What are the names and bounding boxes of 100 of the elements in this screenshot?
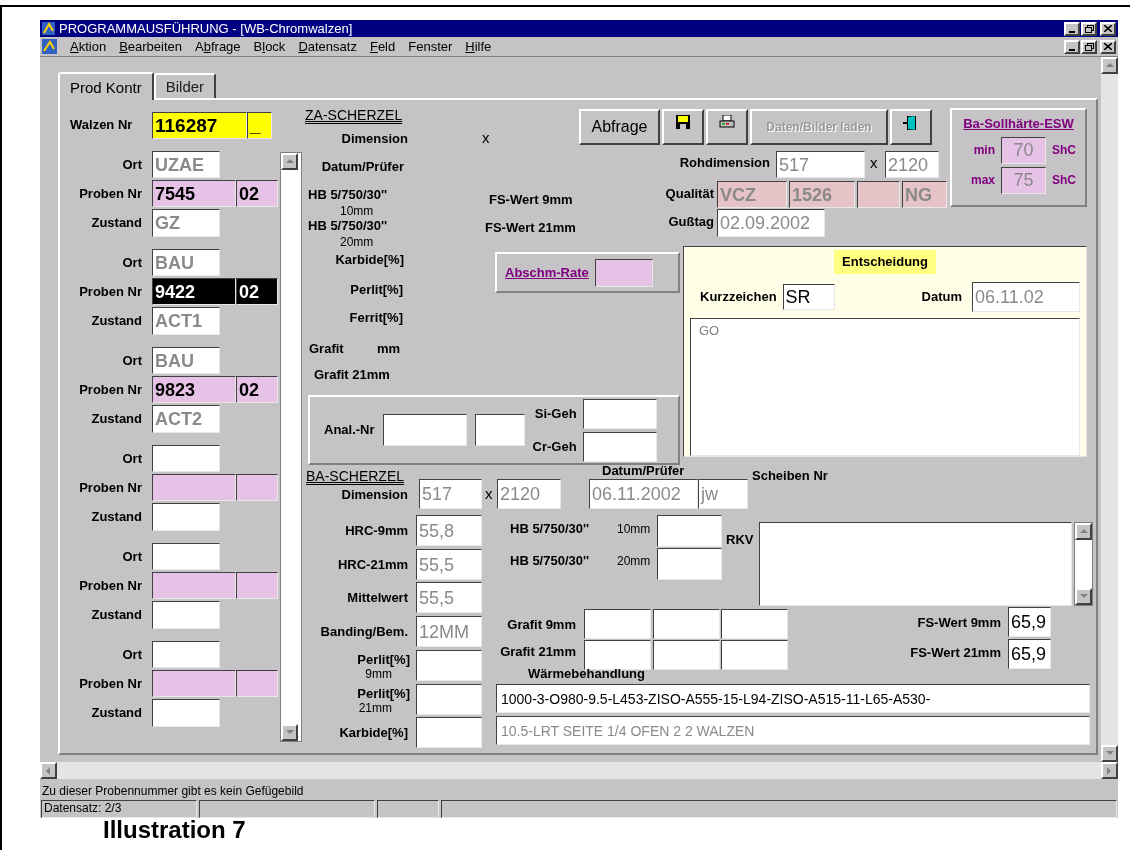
input-field[interactable]: 2120 <box>885 151 939 178</box>
input-field[interactable] <box>582 431 657 462</box>
input-field[interactable] <box>594 258 653 287</box>
input-field[interactable]: 12MM <box>416 616 482 647</box>
scrollbar[interactable] <box>280 152 302 742</box>
input-field[interactable]: 9823 <box>152 376 236 403</box>
menu-item[interactable]: Fenster <box>408 40 453 53</box>
scroll-down-button[interactable] <box>1101 745 1118 762</box>
scroll-down-button[interactable] <box>1075 588 1092 605</box>
maximize-button[interactable] <box>1081 39 1097 54</box>
scrollbar[interactable] <box>1074 522 1093 606</box>
menu-item[interactable]: Datensatz <box>298 40 357 53</box>
input-field[interactable] <box>152 601 220 629</box>
input-field[interactable]: 1526 <box>789 181 855 208</box>
input-field[interactable]: 02 <box>236 278 278 305</box>
input-field[interactable] <box>416 684 482 715</box>
input-field[interactable]: UZAE <box>152 151 220 178</box>
input-field[interactable]: _ <box>247 112 272 139</box>
input-field[interactable]: NG <box>902 181 947 208</box>
input-field[interactable]: 10.5-LRT SEITE 1/4 OFEN 2 2 WALZEN <box>496 716 1090 745</box>
tab[interactable]: Prod Kontr <box>58 72 154 100</box>
input-field[interactable] <box>236 474 278 501</box>
menu-item[interactable]: Aktion <box>70 40 107 53</box>
input-field[interactable]: 75 <box>1001 166 1046 194</box>
text-area[interactable]: GO <box>690 317 1080 456</box>
input-field[interactable]: 9422 <box>152 278 236 305</box>
input-field[interactable]: 55,8 <box>416 515 482 546</box>
input-field[interactable] <box>584 640 651 670</box>
input-field[interactable]: 06.11.02 <box>972 281 1080 312</box>
menu-item[interactable]: Feld <box>369 40 396 53</box>
scrollbar[interactable] <box>1101 57 1118 762</box>
toolbar-button[interactable]: Abfrage <box>579 109 660 145</box>
input-field[interactable]: 65,9 <box>1008 639 1051 669</box>
input-field[interactable]: ACT2 <box>152 405 220 433</box>
scrollbar[interactable] <box>40 762 1118 779</box>
input-field[interactable] <box>474 414 525 446</box>
input-field[interactable]: BAU <box>152 249 220 276</box>
maximize-button[interactable] <box>1081 21 1097 36</box>
scroll-up-button[interactable] <box>1101 57 1118 74</box>
input-field[interactable] <box>416 650 482 681</box>
input-field[interactable]: 02 <box>236 180 278 207</box>
input-field[interactable] <box>236 670 278 697</box>
input-field[interactable] <box>653 609 720 639</box>
input-field[interactable]: 517 <box>419 479 482 509</box>
input-field[interactable] <box>152 670 236 697</box>
input-field[interactable] <box>721 640 788 670</box>
input-field[interactable] <box>416 717 482 748</box>
input-field[interactable]: SR <box>782 283 835 310</box>
menu-item[interactable]: Block <box>253 40 286 53</box>
input-field[interactable]: 2120 <box>497 479 561 509</box>
input-field[interactable] <box>382 414 467 446</box>
input-field[interactable]: 06.11.2002 <box>589 479 698 509</box>
input-field[interactable]: 02.09.2002 <box>717 209 825 237</box>
input-field[interactable]: BAU <box>152 347 220 374</box>
input-field[interactable] <box>152 445 220 472</box>
input-field[interactable]: 517 <box>776 151 865 178</box>
input-field[interactable] <box>152 699 220 727</box>
input-field[interactable]: 70 <box>1001 136 1046 164</box>
input-field[interactable] <box>582 398 657 429</box>
input-field[interactable] <box>152 543 220 570</box>
scroll-down-button[interactable] <box>281 724 298 741</box>
print-button[interactable] <box>706 109 748 145</box>
menu-item[interactable]: Hilfe <box>465 40 492 53</box>
input-field[interactable] <box>152 572 236 599</box>
input-field[interactable] <box>152 503 220 531</box>
input-field[interactable]: ACT1 <box>152 307 220 335</box>
close-button[interactable] <box>1100 21 1116 36</box>
input-field[interactable]: 7545 <box>152 180 236 207</box>
input-field[interactable]: 55,5 <box>416 549 482 580</box>
input-field[interactable] <box>236 572 278 599</box>
minimize-button[interactable] <box>1064 21 1080 36</box>
hardness-link[interactable]: Ba-Sollhärte-ESW <box>963 114 1074 134</box>
input-field[interactable]: 02 <box>236 376 278 403</box>
save-button[interactable] <box>662 109 704 145</box>
input-field[interactable] <box>721 609 788 639</box>
menu-item[interactable]: Bearbeiten <box>119 40 183 53</box>
scroll-right-button[interactable] <box>1101 762 1118 779</box>
menu-item[interactable]: Abfrage <box>195 40 241 53</box>
input-field[interactable] <box>152 641 220 668</box>
input-field[interactable]: GZ <box>152 209 220 237</box>
input-field[interactable] <box>657 515 722 547</box>
input-field[interactable]: 116287 <box>152 112 247 139</box>
input-field[interactable]: 65,9 <box>1008 607 1051 637</box>
input-field[interactable]: 55,5 <box>416 582 482 613</box>
input-field[interactable]: 1000-3-O980-9.5-L453-ZISO-A555-15-L94-ZISO-A515-11-L65-A530- <box>496 684 1090 713</box>
scroll-up-button[interactable] <box>1075 523 1092 540</box>
input-field[interactable]: VCZ <box>717 181 787 208</box>
scroll-left-button[interactable] <box>40 762 57 779</box>
input-field[interactable] <box>657 548 722 580</box>
input-field[interactable] <box>653 640 720 670</box>
scroll-up-button[interactable] <box>281 153 298 170</box>
input-field[interactable] <box>857 181 900 208</box>
exit-button[interactable] <box>890 109 932 145</box>
input-field[interactable] <box>584 609 651 639</box>
close-button[interactable] <box>1100 39 1116 54</box>
input-field[interactable]: jw <box>698 479 748 509</box>
input-field[interactable] <box>152 474 236 501</box>
rate-link[interactable]: Abschm-Rate <box>505 262 589 283</box>
minimize-button[interactable] <box>1064 39 1080 54</box>
tab[interactable]: Bilder <box>153 73 217 98</box>
